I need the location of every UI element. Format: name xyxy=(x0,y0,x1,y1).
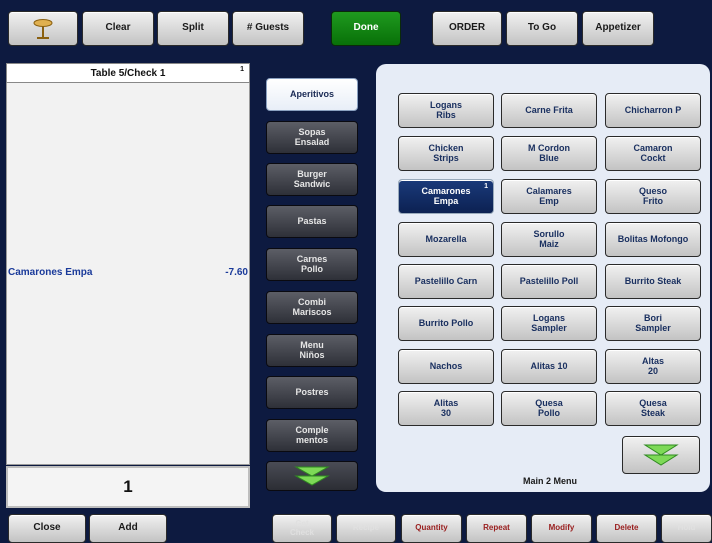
menu-item-button[interactable]: Burrito Pollo xyxy=(398,306,494,341)
menu-item-button[interactable]: Logans Ribs xyxy=(398,93,494,128)
menu-item-label: Bolitas Mofongo xyxy=(617,233,689,244)
category-button[interactable]: Postres xyxy=(266,376,358,409)
quantity-value: 1 xyxy=(123,477,133,496)
menu-item-label: Alitas 10 xyxy=(530,360,568,371)
menu-item-button[interactable]: Bolitas Mofongo xyxy=(605,222,701,257)
menu-item-button[interactable]: Burrito Steak xyxy=(605,264,701,299)
appetizer-button[interactable]: Appetizer xyxy=(582,11,654,46)
menu-item-button[interactable]: Mozarella xyxy=(398,222,494,257)
recipe-button[interactable]: Recipe xyxy=(336,514,396,543)
menu-item-label: Carne Frita xyxy=(525,104,573,115)
category-button[interactable]: Sopas Ensalad xyxy=(266,121,358,154)
menu-item-button[interactable]: Sorullo Maiz xyxy=(501,222,597,257)
category-button[interactable]: Menu Niños xyxy=(266,334,358,367)
done-button[interactable]: Done xyxy=(331,11,401,46)
menu-item-button[interactable]: Camarones Empa 1 xyxy=(398,179,494,214)
menu-item-label: Burrito Pollo xyxy=(418,317,474,328)
menu-item-button[interactable]: Chicharron P xyxy=(605,93,701,128)
menu-item-label: Camaron Cockt xyxy=(633,143,673,163)
menu-item-label: Quesa Pollo xyxy=(535,398,563,418)
menu-item-label: Sorullo Maiz xyxy=(533,229,565,249)
menu-item-label: Nachos xyxy=(429,360,463,371)
check-header: Table 5/Check 1 1 xyxy=(6,63,250,83)
menu-name: Main 2 Menu xyxy=(522,476,577,486)
repeat-button[interactable]: Repeat xyxy=(466,514,527,543)
menu-item-button[interactable]: Queso Frito xyxy=(605,179,701,214)
double-chevron-down-icon xyxy=(294,466,330,486)
line-item-price: -7.60 xyxy=(225,266,248,278)
order-button[interactable]: ORDER xyxy=(432,11,502,46)
menu-item-label: Camarones Empa xyxy=(421,186,471,206)
hold-button[interactable]: Hold xyxy=(661,514,712,543)
menu-item-label: Bori Sampler xyxy=(635,313,671,333)
to-go-button[interactable]: To Go xyxy=(506,11,578,46)
menu-item-label: Alitas 30 xyxy=(433,398,459,418)
menu-item-button[interactable]: Logans Sampler xyxy=(501,306,597,341)
table-icon-button[interactable] xyxy=(8,11,78,46)
menu-scroll-down-button[interactable] xyxy=(622,436,700,474)
category-button[interactable]: Aperitivos xyxy=(266,78,358,111)
line-item-name: Camarones Empa xyxy=(8,266,93,278)
menu-item-button[interactable]: Camaron Cockt xyxy=(605,136,701,171)
menu-item-button[interactable]: Carne Frita xyxy=(501,93,597,128)
menu-item-button[interactable]: Pastelillo Poll xyxy=(501,264,597,299)
menu-item-label: M Cordon Blue xyxy=(528,143,570,163)
menu-item-label: Burrito Steak xyxy=(624,275,682,286)
split-button[interactable]: Split xyxy=(157,11,229,46)
menu-item-button[interactable]: Chicken Strips xyxy=(398,136,494,171)
check-title: Table 5/Check 1 xyxy=(90,67,166,79)
menu-item-label: Logans Ribs xyxy=(429,100,462,120)
menu-item-button[interactable]: Nachos xyxy=(398,349,494,384)
double-chevron-down-icon xyxy=(643,444,679,466)
check-header-badge: 1 xyxy=(240,66,244,73)
quantity-button[interactable]: Quantity xyxy=(401,514,462,543)
menu-item-button[interactable]: Calamares Emp xyxy=(501,179,597,214)
menu-item-button[interactable]: Alitas 30 xyxy=(398,391,494,426)
menu-item-label: Pastelillo Carn xyxy=(414,275,478,286)
menu-item-label: Altas 20 xyxy=(641,356,664,376)
menu-item-button[interactable]: M Cordon Blue xyxy=(501,136,597,171)
add-button[interactable]: Add xyxy=(89,514,167,543)
menu-item-button[interactable]: Quesa Steak xyxy=(605,391,701,426)
table-icon xyxy=(33,18,53,39)
menu-item-button[interactable]: Bori Sampler xyxy=(605,306,701,341)
menu-item-button[interactable]: Quesa Pollo xyxy=(501,391,597,426)
menu-item-label: Pastelillo Poll xyxy=(519,275,579,286)
menu-item-button[interactable]: Alitas 10 xyxy=(501,349,597,384)
clear-button[interactable]: Clear xyxy=(82,11,154,46)
close-button[interactable]: Close xyxy=(8,514,86,543)
category-button[interactable]: Burger Sandwic xyxy=(266,163,358,196)
menu-item-label: Chicharron P xyxy=(624,104,682,115)
delete-button[interactable]: Delete xyxy=(596,514,657,543)
check-line-item[interactable]: Camarones Empa -7.60 xyxy=(8,264,248,280)
menu-item-button[interactable]: Pastelillo Carn xyxy=(398,264,494,299)
category-button[interactable]: Carnes Pollo xyxy=(266,248,358,281)
menu-item-label: Chicken Strips xyxy=(428,143,464,163)
item-count-badge: 1 xyxy=(484,183,488,190)
category-scroll-down-button[interactable] xyxy=(266,461,358,491)
modify-button[interactable]: Modify xyxy=(531,514,592,543)
guests-button[interactable]: # Guests xyxy=(232,11,304,46)
menu-item-label: Queso Frito xyxy=(638,186,667,206)
category-button[interactable]: Comple mentos xyxy=(266,419,358,452)
menu-item-button[interactable]: Altas 20 xyxy=(605,349,701,384)
quantity-display[interactable]: 1 xyxy=(6,466,250,508)
menu-item-label: Calamares Emp xyxy=(526,186,572,206)
menu-item-label: Logans Sampler xyxy=(531,313,567,333)
category-button[interactable]: Combi Mariscos xyxy=(266,291,358,324)
get-check-button[interactable]: Get Check xyxy=(272,514,332,543)
menu-item-label: Mozarella xyxy=(425,233,467,244)
menu-item-label: Quesa Steak xyxy=(639,398,667,418)
category-button[interactable]: Pastas xyxy=(266,205,358,238)
